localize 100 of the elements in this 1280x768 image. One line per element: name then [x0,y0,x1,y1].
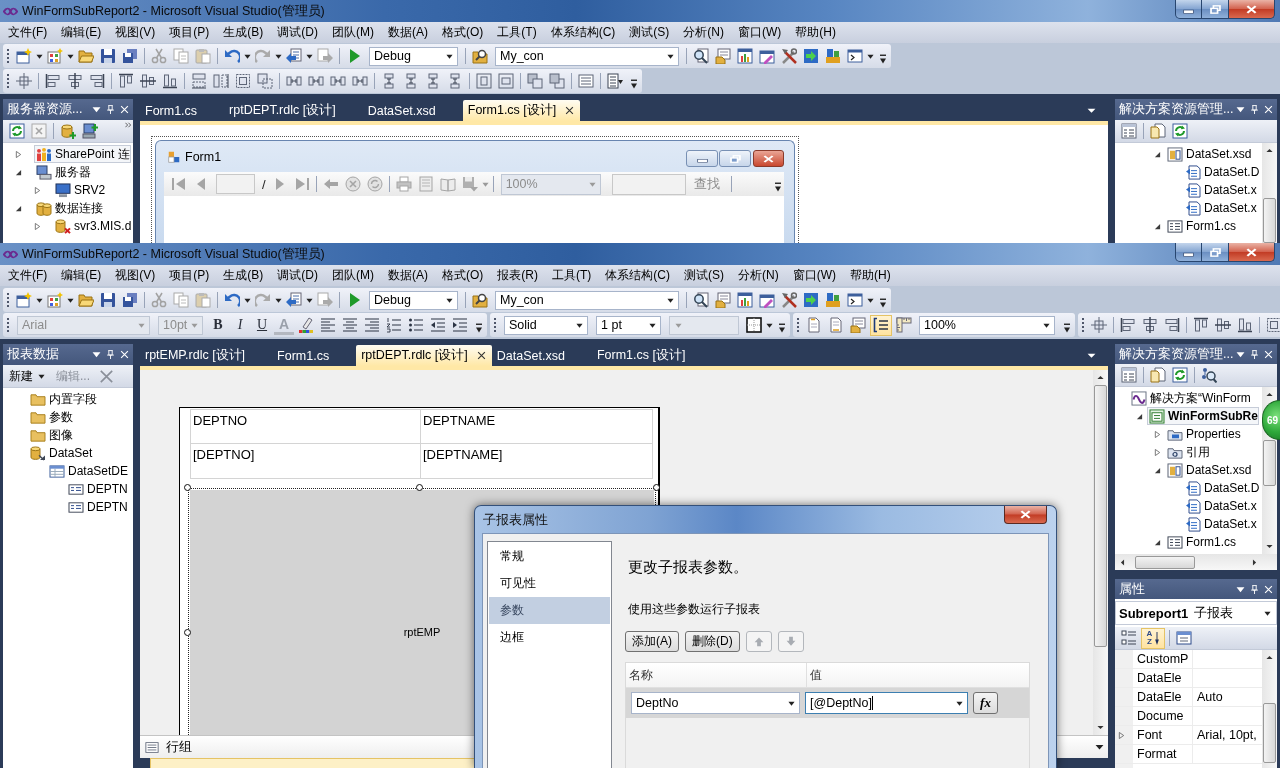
overflow-icon[interactable] [879,54,887,64]
italic-button[interactable]: I [230,315,250,335]
document-tab[interactable]: rptEMP.rdlc [设计] [140,345,273,366]
new-window-icon[interactable] [16,48,32,64]
close-button[interactable] [1229,243,1275,262]
menu-item[interactable]: 帮助(H) [843,267,898,284]
page-list-item[interactable]: 常规 [489,543,610,570]
arrow-box-icon[interactable] [803,292,819,308]
pin-icon[interactable] [1250,349,1259,359]
dropdown-arrow-icon[interactable] [1087,352,1096,359]
menu-item[interactable]: 测试(S) [622,24,677,41]
caret-icon[interactable] [36,296,43,304]
pin-icon[interactable] [106,350,115,359]
caret-icon[interactable] [766,321,773,329]
caret-icon[interactable] [67,296,74,304]
tree-item[interactable]: 数据连接 [34,199,104,217]
align-middle-icon[interactable] [140,73,156,89]
menu-item[interactable]: 报表(R) [490,267,545,284]
tree-item[interactable]: SharePoint 连 [34,145,131,163]
align-grid-icon[interactable] [16,73,32,89]
expander-icon[interactable] [1154,466,1161,474]
toolbar-grip[interactable] [6,73,10,89]
menu-item[interactable]: 体系结构(C) [543,24,623,41]
caret-icon[interactable] [275,296,282,304]
document-tab[interactable]: rptDEPT.rdlc [设计] [224,100,363,121]
scrollbar-thumb[interactable] [1263,198,1276,243]
menu-item[interactable]: 数据(A) [381,267,435,284]
refresh-icon[interactable] [1172,367,1188,383]
menu-item[interactable]: 视图(V) [108,267,163,284]
page-list-item[interactable]: 可见性 [489,570,610,597]
vertical-spacing-icon[interactable] [381,73,397,89]
list-options-icon[interactable] [607,73,623,89]
caret-icon[interactable] [867,296,874,304]
document-tab[interactable]: rptDEPT.rdlc [设计] [356,345,492,366]
caret-icon[interactable] [306,296,313,304]
restore-button[interactable] [1202,0,1229,19]
align-left-icon[interactable] [1120,317,1136,333]
expander-icon[interactable] [1154,538,1161,546]
parameter-name-dropdown[interactable]: DeptNo [631,692,800,714]
text-align-left-icon[interactable] [320,317,336,333]
property-value[interactable]: Auto [1193,688,1262,706]
tree-item[interactable]: 内置字段 [28,390,98,408]
ruler-icon[interactable] [896,317,912,333]
menu-item[interactable]: 文件(F) [1,267,55,284]
document-tab[interactable]: Form1.cs [设计] [462,100,581,121]
close-button[interactable] [1229,0,1275,19]
blocks-icon[interactable] [825,292,841,308]
find-icon[interactable] [693,292,709,308]
resize-handle[interactable] [416,484,423,491]
parameter-value-field[interactable]: [@DeptNo] [805,692,968,714]
restore-button[interactable] [1202,243,1229,262]
menu-item[interactable]: 项目(P) [162,24,217,41]
menu-item[interactable]: 窗口(W) [785,267,843,284]
menu-item[interactable]: 生成(B) [216,24,271,41]
tree-item[interactable]: DataSet.D [1183,479,1261,497]
tree-item[interactable]: Form1.cs [1165,217,1237,235]
close-button[interactable] [1004,506,1047,524]
arrow-down-icon[interactable] [1097,725,1104,730]
vertical-spacing-icon[interactable] [425,73,441,89]
tree-item[interactable]: DataSet.x [1183,181,1258,199]
property-name[interactable]: DataEle [1133,669,1193,687]
arrow-up-icon[interactable] [1266,148,1273,153]
menu-item[interactable]: 调试(D) [270,267,325,284]
find-icon[interactable] [693,48,709,64]
underline-button[interactable]: U [252,315,272,335]
chart-window-icon[interactable] [737,48,753,64]
folder-document-icon[interactable] [715,292,731,308]
menu-item[interactable]: 文件(F) [1,24,55,41]
dropdown-arrow-icon[interactable] [92,350,101,359]
align-bottom-icon[interactable] [1237,317,1253,333]
undo-icon[interactable] [224,292,240,308]
close-button[interactable] [753,150,784,167]
menu-item[interactable]: 数据(A) [381,24,435,41]
tree-item[interactable]: DataSet.x [1183,199,1258,217]
same-size-icon[interactable] [257,73,273,89]
expression-button[interactable]: fx [973,692,998,714]
caret-icon[interactable] [36,52,43,60]
align-right-icon[interactable] [1164,317,1180,333]
align-middle-icon[interactable] [1215,317,1231,333]
folder-document-icon[interactable] [715,48,731,64]
menu-item[interactable]: 视图(V) [108,24,163,41]
layers-front-icon[interactable] [527,73,543,89]
align-center-icon[interactable] [1142,317,1158,333]
bold-button[interactable]: B [208,315,228,335]
configuration-dropdown[interactable]: Debug [369,46,458,66]
expander-icon[interactable] [15,168,22,176]
caret-icon[interactable] [275,52,282,60]
property-pages-icon[interactable] [1176,630,1192,646]
pin-icon[interactable] [1250,584,1259,594]
menu-item[interactable]: 帮助(H) [788,24,843,41]
save-icon[interactable] [100,292,116,308]
folder-search-icon[interactable] [472,292,488,308]
scrollbar-thumb[interactable] [1135,555,1195,569]
maximize-button[interactable] [719,150,751,167]
files-icon[interactable] [1150,123,1166,139]
align-right-icon[interactable] [89,73,105,89]
tree-item[interactable]: 参数 [28,408,74,426]
overflow-icon[interactable] [778,323,786,333]
add-button[interactable]: 添加(A) [625,631,679,652]
close-icon[interactable] [565,106,575,115]
